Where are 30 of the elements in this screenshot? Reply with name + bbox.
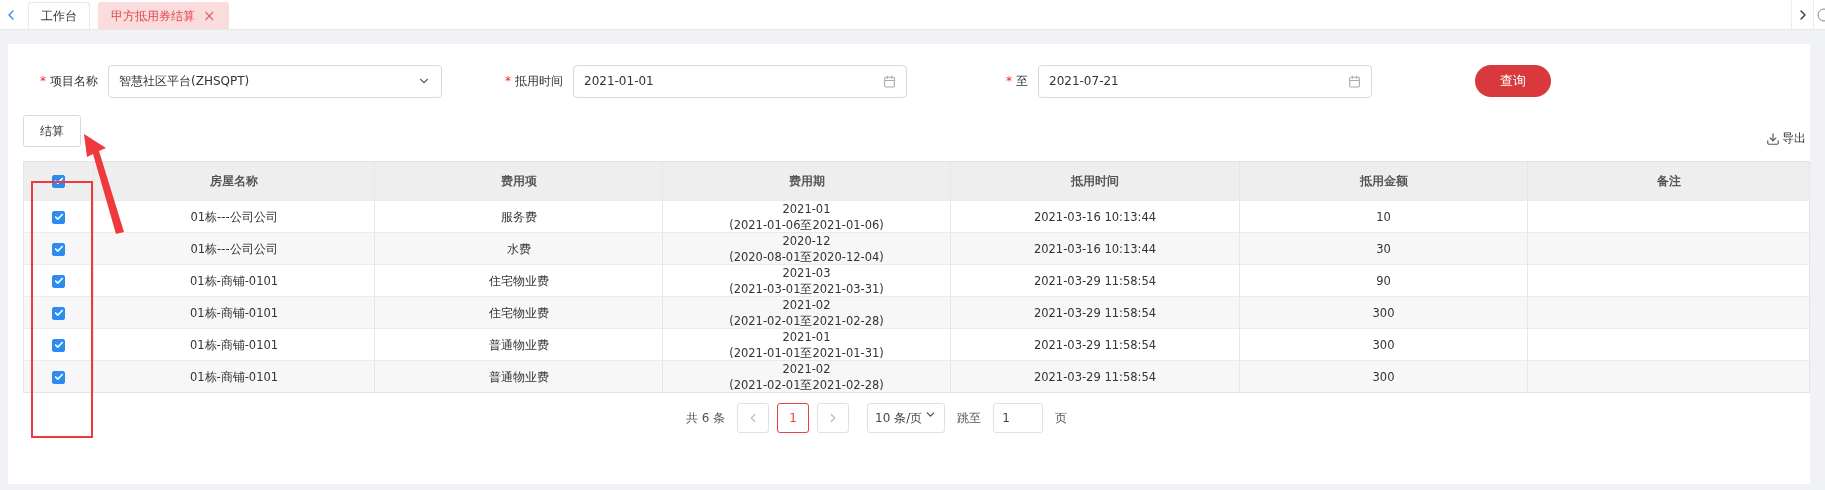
export-link[interactable]: 导出 [1766, 130, 1806, 147]
project-select[interactable]: 智慧社区平台(ZHSQPT) [108, 64, 442, 98]
table-cell: 01栋-商铺-0101 [93, 361, 374, 393]
page-suffix: 页 [1055, 409, 1068, 427]
checkbox[interactable] [52, 210, 65, 224]
tab[interactable]: 工作台 [28, 2, 90, 29]
checkbox[interactable] [52, 242, 65, 256]
page-size-select[interactable]: 10 条/页 [867, 403, 946, 433]
table-cell: 2021-02 (2021-02-01至2021-02-28) [662, 361, 950, 393]
jump-label: 跳至 [957, 409, 982, 427]
field-label: * 至 [1005, 72, 1029, 90]
date-field[interactable]: 2021-01-01 [573, 64, 907, 98]
settle-button[interactable]: 结算 [23, 115, 81, 147]
table-cell: 普通物业费 [374, 361, 662, 393]
download-icon [1766, 131, 1780, 146]
table-cell: 300 [1239, 361, 1527, 393]
calendar-icon [883, 74, 896, 88]
total-count: 共 6 条 [685, 409, 726, 427]
query-button[interactable]: 查询 [1475, 65, 1551, 97]
checkbox[interactable] [52, 274, 65, 288]
checkbox[interactable] [52, 370, 65, 384]
page-button[interactable]: 1 [777, 403, 810, 433]
calendar-icon [1348, 74, 1361, 88]
table-cell: 2021-03-29 11:58:54 [950, 361, 1239, 393]
checkbox[interactable] [52, 338, 65, 352]
page-input[interactable]: 1 [993, 403, 1044, 433]
field-label: * 项目名称 [39, 72, 99, 90]
date-field[interactable]: 2021-07-21 [1038, 64, 1372, 98]
field-label: * 抵用时间 [504, 72, 564, 90]
checkbox[interactable] [52, 306, 65, 320]
